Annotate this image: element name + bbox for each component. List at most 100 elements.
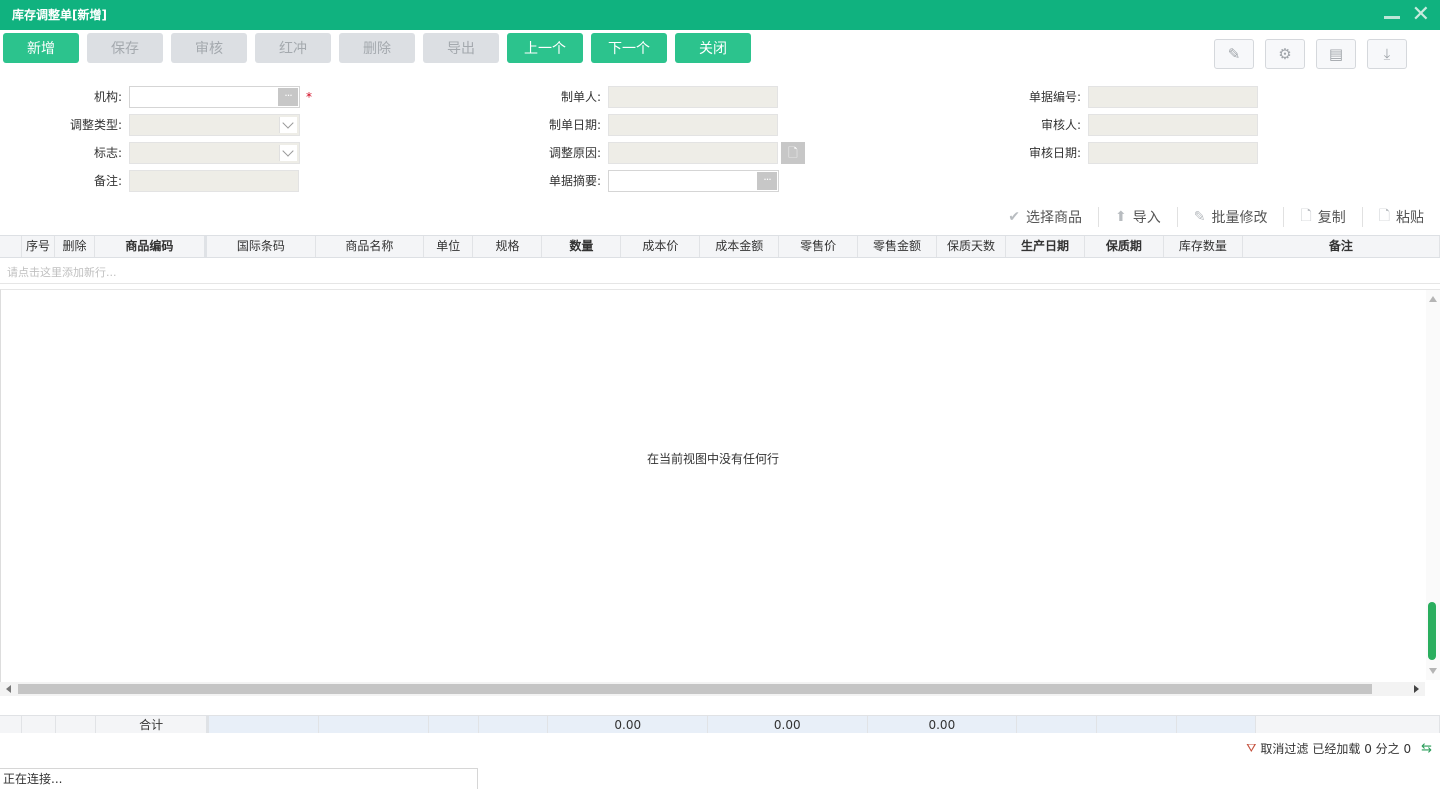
check-icon: ✔ [1008,209,1020,225]
column-header-cost-amount[interactable]: 成本金额 [700,236,780,257]
close-icon[interactable]: ✕ [1412,4,1430,26]
remark-label: 备注: [93,174,122,188]
totals-cell [1256,716,1440,733]
column-header-product-name[interactable]: 商品名称 [316,236,425,257]
cost-total: 0.00 [708,716,868,733]
audit-date-field [1088,142,1258,164]
add-file-icon[interactable]: 🗋 [781,142,805,164]
save-button[interactable]: 保存 [87,33,163,63]
scroll-down-icon[interactable] [1429,668,1437,674]
totals-cell [478,716,549,733]
vertical-scrollbar[interactable] [1426,290,1440,680]
column-header-expiry[interactable]: 保质期 [1085,236,1164,257]
column-header-index[interactable]: 序号 [22,236,56,257]
scroll-right-icon[interactable] [1414,685,1419,693]
adjust-type-select[interactable] [129,114,300,136]
paste-icon: 🗋 [1378,208,1390,224]
org-field[interactable]: ··· [129,86,300,108]
print-icon[interactable]: ▤ [1316,39,1356,69]
chevron-down-icon[interactable] [279,145,297,161]
column-header-stock-qty[interactable]: 库存数量 [1164,236,1243,257]
totals-cell [1096,716,1177,733]
summary-field[interactable]: ··· [608,170,779,192]
chevron-down-icon[interactable] [279,117,297,133]
quantity-total: 0.00 [548,716,709,733]
totals-cell [209,716,320,733]
adjust-type-label: 调整类型: [69,118,122,132]
horizontal-scroll-thumb[interactable] [18,684,1372,694]
creator-field [608,86,778,108]
totals-label: 合计 [96,716,210,733]
summary-label: 单据摘要: [548,174,601,188]
totals-row: 合计 0.00 0.00 0.00 [0,715,1440,733]
column-header-product-code[interactable]: 商品编码 [95,236,208,257]
summary-picker-button[interactable]: ··· [757,172,777,190]
scroll-up-icon[interactable] [1429,296,1437,302]
empty-message: 在当前视图中没有任何行 [646,452,779,466]
column-header-cost-price[interactable]: 成本价 [621,236,701,257]
flag-label: 标志: [93,146,122,160]
grid-header: 序号 删除 商品编码 国际条码 商品名称 单位 规格 数量 成本价 成本金额 零… [0,235,1440,258]
flag-select[interactable] [129,142,300,164]
select-goods-button[interactable]: ✔ 选择商品 [992,207,1098,227]
column-header-spec[interactable]: 规格 [473,236,543,257]
auditor-label: 审核人: [1040,118,1081,132]
arrow-up-icon: ⬆ [1115,209,1127,225]
red-reverse-button[interactable]: 红冲 [255,33,331,63]
previous-button[interactable]: 上一个 [507,33,583,63]
retail-total: 0.00 [867,716,1018,733]
audit-button[interactable]: 审核 [171,33,247,63]
create-date-field [608,114,778,136]
audit-date-label: 审核日期: [1028,146,1081,160]
column-header-blank [0,236,22,257]
add-row-hint[interactable]: 请点击这里添加新行... [0,262,1440,284]
minimize-icon[interactable] [1383,15,1400,19]
org-picker-button[interactable]: ··· [278,88,298,106]
column-header-unit[interactable]: 单位 [424,236,474,257]
org-label: 机构: [93,90,122,104]
export-button[interactable]: 导出 [423,33,499,63]
totals-cell [319,716,429,733]
cancel-filter-link[interactable]: 取消过滤 [1260,740,1308,757]
column-header-delete[interactable]: 删除 [55,236,95,257]
copy-icon: 🗋 [1300,208,1312,224]
column-header-remark[interactable]: 备注 [1243,236,1440,257]
doc-no-field [1088,86,1258,108]
refresh-icon[interactable]: ⇆ [1421,741,1432,756]
column-header-quantity[interactable]: 数量 [542,236,622,257]
column-header-shelf-days[interactable]: 保质天数 [937,236,1007,257]
scroll-left-icon[interactable] [6,685,11,693]
import-button[interactable]: ⬆ 导入 [1098,207,1177,227]
remark-field[interactable] [129,170,299,192]
batch-edit-button[interactable]: ✎ 批量修改 [1176,207,1284,227]
connection-status: 正在连接... [0,768,478,789]
paste-button[interactable]: 🗋 粘贴 [1361,207,1440,227]
horizontal-scrollbar[interactable] [0,682,1425,696]
auditor-field [1088,114,1258,136]
filter-cancel-icon[interactable]: ⛛ [1246,741,1256,756]
create-date-label: 制单日期: [548,118,601,132]
window-title: 库存调整单[新增] [12,8,107,22]
column-header-barcode[interactable]: 国际条码 [207,236,316,257]
main-toolbar: 新增 保存 审核 红冲 删除 导出 上一个 下一个 关闭 [3,33,751,63]
doc-no-label: 单据编号: [1028,90,1081,104]
gear-icon[interactable]: ⚙ [1265,39,1305,69]
download-icon[interactable]: ⤓ [1367,39,1407,69]
creator-label: 制单人: [560,90,601,104]
scroll-thumb[interactable] [1428,602,1436,660]
column-header-production-date[interactable]: 生产日期 [1006,236,1085,257]
copy-button[interactable]: 🗋 复制 [1283,207,1361,227]
column-header-retail-price[interactable]: 零售价 [779,236,859,257]
header-form: 机构: ··· * 调整类型: 标志: 备注: 制单人: 制单日期: 调整原因:… [0,86,1440,196]
edit-icon[interactable]: ✎ [1214,39,1254,69]
totals-cell [0,716,22,733]
next-button[interactable]: 下一个 [591,33,667,63]
reason-label: 调整原因: [548,146,601,160]
column-header-retail-amount[interactable]: 零售金额 [858,236,938,257]
reason-field[interactable] [608,142,778,164]
delete-button[interactable]: 删除 [339,33,415,63]
title-bar: 库存调整单[新增] ✕ [0,0,1440,30]
close-button[interactable]: 关闭 [675,33,751,63]
grid-body: 在当前视图中没有任何行 [0,289,1440,684]
new-button[interactable]: 新增 [3,33,79,63]
